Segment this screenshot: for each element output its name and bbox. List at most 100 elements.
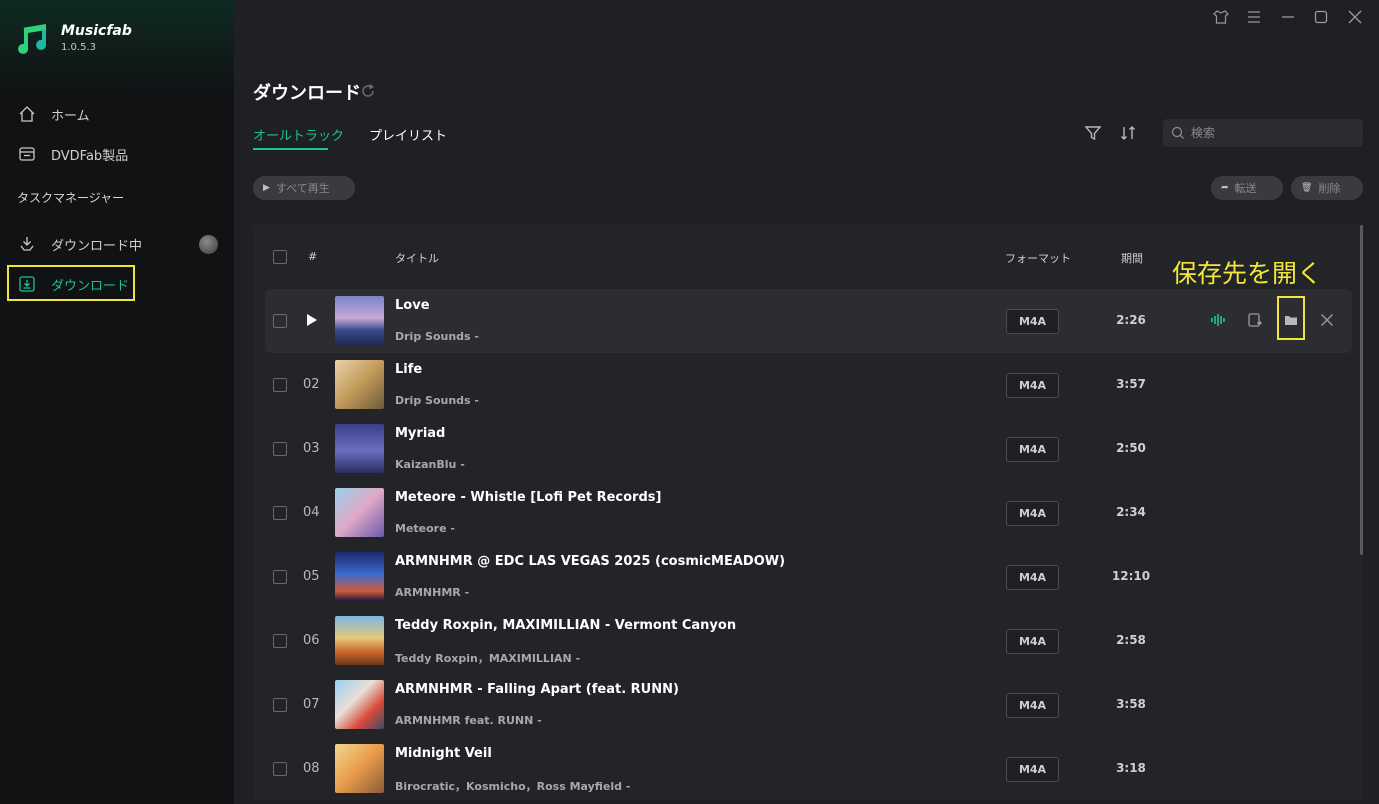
row-checkbox[interactable] [273,506,287,520]
scrollbar[interactable] [1360,225,1363,555]
track-artist: Drip Sounds - [395,394,479,407]
track-title: ARMNHMR - Falling Apart (feat. RUNN) [395,682,679,697]
album-art [335,360,384,409]
track-artist: Drip Sounds - [395,330,479,343]
track-number: 02 [303,377,320,392]
row-checkbox[interactable] [273,442,287,456]
app-version: 1.0.5.3 [61,42,96,53]
sidebar-highlight-annotation [7,265,135,301]
menu-icon[interactable] [1245,8,1263,26]
album-art [335,616,384,665]
sidebar-item-dvdfab[interactable]: DVDFab製品 [18,142,128,166]
maximize-icon[interactable] [1312,8,1330,26]
page-title: ダウンロード [253,83,361,104]
play-icon: ▶ [263,183,270,193]
select-all-checkbox[interactable] [273,250,287,264]
sidebar-item-downloading[interactable]: ダウンロード中 [18,232,142,256]
transfer-device-icon[interactable] [1246,311,1264,329]
album-art [335,488,384,537]
row-checkbox[interactable] [273,314,287,328]
column-format: フォーマット [1005,252,1071,265]
table-row[interactable]: 08 Midnight Veil Birocratic，Kosmicho，Ros… [265,737,1352,800]
album-art [335,680,384,729]
search-box[interactable] [1163,119,1363,147]
format-badge: M4A [1006,757,1059,782]
row-checkbox[interactable] [273,570,287,584]
track-duration: 3:58 [1116,697,1146,711]
table-row[interactable]: 04 Meteore - Whistle [Lofi Pet Records] … [265,481,1352,545]
track-duration: 2:50 [1116,441,1146,455]
track-duration: 3:18 [1116,761,1146,775]
format-badge: M4A [1006,501,1059,526]
box-icon [19,147,35,161]
refresh-icon[interactable] [359,82,377,100]
sidebar-item-label: ホーム [51,108,90,124]
track-title: Midnight Veil [395,746,492,761]
track-artist: Meteore - [395,522,455,535]
column-title: タイトル [395,252,439,265]
track-artist: Teddy Roxpin，MAXIMILLIAN - [395,652,581,665]
table-row[interactable]: 07 ARMNHMR - Falling Apart (feat. RUNN) … [265,673,1352,737]
table-row[interactable]: 03 Myriad KaizanBlu - M4A 2:50 [265,417,1352,481]
play-icon[interactable] [305,312,319,328]
filter-icon[interactable] [1084,124,1102,142]
play-all-button[interactable]: ▶ すべて再生 [253,176,355,200]
share-arrow-icon: ➦ [1221,183,1229,193]
minimize-icon[interactable] [1279,8,1297,26]
download-progress-icon [20,237,34,251]
app-name: Musicfab [61,23,132,39]
app-window: Musicfab 1.0.5.3 ホーム DVDFab製品 タスクマネージャー … [0,0,1379,804]
sort-icon[interactable] [1119,124,1137,142]
format-badge: M4A [1006,309,1059,334]
transfer-label: 転送 [1234,182,1257,195]
track-title: Myriad [395,426,446,441]
row-checkbox[interactable] [273,634,287,648]
musicfab-logo-icon [18,24,47,54]
delete-button[interactable]: 🗑 削除 [1291,176,1363,200]
row-checkbox[interactable] [273,378,287,392]
transfer-button[interactable]: ➦ 転送 [1211,176,1283,200]
row-checkbox[interactable] [273,698,287,712]
sidebar-item-label: DVDFab製品 [51,148,129,164]
column-duration: 期間 [1121,252,1143,265]
sidebar-section-title: タスクマネージャー [17,191,125,205]
track-duration: 2:58 [1116,633,1146,647]
track-number: 05 [303,569,320,584]
sidebar: Musicfab 1.0.5.3 ホーム DVDFab製品 タスクマネージャー … [0,0,234,804]
track-artist: ARMNHMR - [395,586,470,599]
track-title: ARMNHMR @ EDC LAS VEGAS 2025 (cosmicMEAD… [395,554,786,569]
format-badge: M4A [1006,565,1059,590]
waveform-icon[interactable] [1209,311,1227,329]
column-index: # [308,250,318,263]
track-artist: ARMNHMR feat. RUNN - [395,714,542,727]
track-title: Love [395,298,430,313]
table-row[interactable]: 02 Life Drip Sounds - M4A 3:57 [265,353,1352,417]
track-duration: 2:26 [1116,313,1146,327]
open-folder-highlight-annotation [1277,296,1305,340]
downloading-status-badge [199,235,218,254]
table-row[interactable]: 06 Teddy Roxpin, MAXIMILLIAN - Vermont C… [265,609,1352,673]
track-artist: Birocratic，Kosmicho，Ross Mayfield - [395,780,631,793]
trash-icon: 🗑 [1301,183,1313,193]
home-icon [19,106,35,122]
delete-label: 削除 [1318,182,1341,195]
close-icon[interactable] [1318,311,1336,329]
play-all-label: すべて再生 [275,182,330,195]
row-checkbox[interactable] [273,762,287,776]
track-duration: 12:10 [1111,569,1151,583]
tab-all-tracks[interactable]: オールトラック [253,125,344,144]
table-row[interactable]: Love Drip Sounds - M4A 2:26 [265,289,1352,353]
sidebar-item-home[interactable]: ホーム [18,102,90,126]
album-art [335,424,384,473]
search-input[interactable] [1191,126,1351,140]
album-art [335,552,384,601]
shirt-icon[interactable] [1212,8,1230,26]
track-table: # タイトル フォーマット 期間 Love Drip Sounds - M4A … [253,225,1363,800]
format-badge: M4A [1006,693,1059,718]
tab-playlist[interactable]: プレイリスト [369,125,447,144]
track-title: Teddy Roxpin, MAXIMILLIAN - Vermont Cany… [395,618,737,633]
close-window-icon[interactable] [1346,8,1364,26]
track-number: 06 [303,633,320,648]
album-art [335,296,384,345]
table-row[interactable]: 05 ARMNHMR @ EDC LAS VEGAS 2025 (cosmicM… [265,545,1352,609]
